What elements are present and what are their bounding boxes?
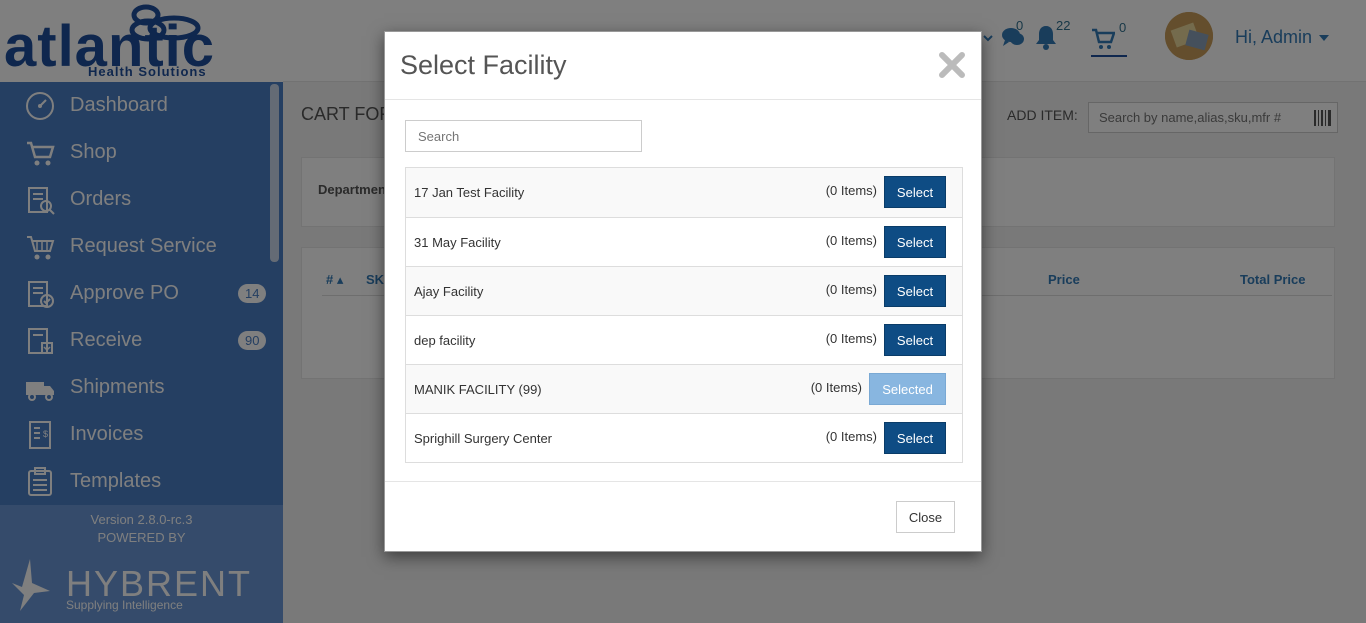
select-facility-button[interactable]: Select [884,422,946,454]
facility-item-count: (0 Items) [825,183,877,198]
select-facility-modal: Select Facility 17 Jan Test Facility (0 … [384,31,982,552]
close-button[interactable]: Close [896,501,955,533]
select-facility-button[interactable]: Select [884,275,946,307]
modal-header: Select Facility [385,32,981,100]
facility-item-count: (0 Items) [825,233,877,248]
facility-name: MANIK FACILITY (99) [414,382,542,397]
modal-title: Select Facility [400,50,567,80]
select-facility-button[interactable]: Select [884,176,946,208]
selected-facility-button[interactable]: Selected [869,373,946,405]
list-item: 17 Jan Test Facility (0 Items) Select [406,168,962,217]
list-item: MANIK FACILITY (99) (0 Items) Selected [406,364,962,413]
facility-item-count: (0 Items) [825,331,877,346]
facility-item-count: (0 Items) [825,429,877,444]
list-item: Ajay Facility (0 Items) Select [406,266,962,315]
facility-list: 17 Jan Test Facility (0 Items) Select 31… [405,167,963,463]
facility-name: Sprighill Surgery Center [414,431,553,446]
facility-search-input[interactable] [405,120,642,152]
modal-footer: Close [385,481,981,551]
facility-name: Ajay Facility [414,284,484,299]
select-facility-button[interactable]: Select [884,226,946,258]
facility-item-count: (0 Items) [825,282,877,297]
list-item: 31 May Facility (0 Items) Select [406,217,962,266]
list-item: Sprighill Surgery Center (0 Items) Selec… [406,413,962,462]
facility-name: dep facility [414,333,476,348]
facility-item-count: (0 Items) [810,380,862,395]
facility-name: 17 Jan Test Facility [414,185,525,200]
facility-name: 31 May Facility [414,235,501,250]
list-item: dep facility (0 Items) Select [406,315,962,364]
select-facility-button[interactable]: Select [884,324,946,356]
close-icon[interactable] [938,51,966,79]
